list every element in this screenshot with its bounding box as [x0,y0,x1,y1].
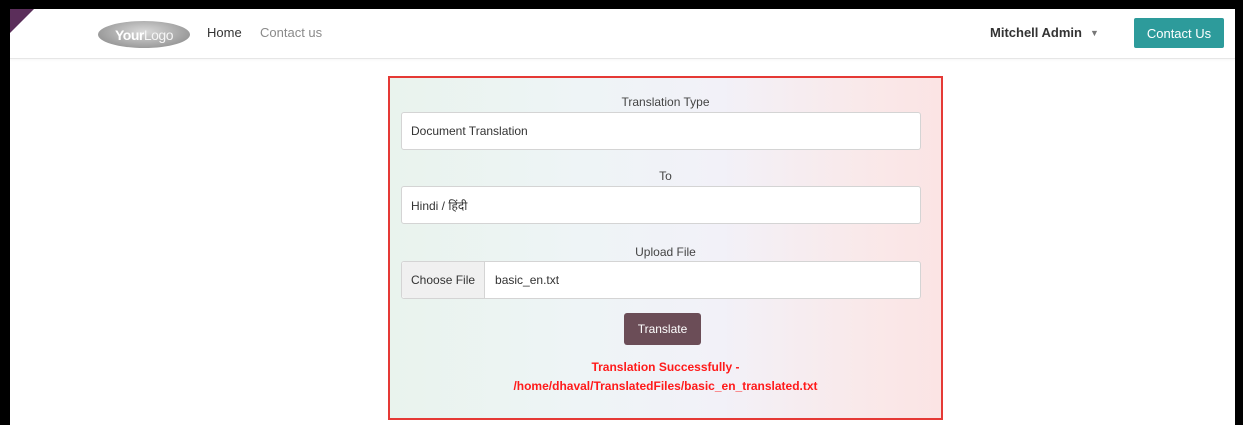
site-logo[interactable]: Your Logo [98,21,190,48]
window-left-border [0,0,10,425]
logo-text-your: Your [114,26,144,43]
target-language-select[interactable]: Hindi / हिंदी [401,186,921,224]
translation-type-value: Document Translation [411,124,528,138]
choose-file-button[interactable]: Choose File [402,262,486,298]
upload-file-label: Upload File [635,245,696,259]
target-language-value: Hindi / हिंदी [411,198,468,213]
caret-down-icon: ▼ [1089,28,1099,38]
top-navbar: Your Logo Home Contact us Mitchell Admin ▼… [10,9,1235,59]
translation-form-panel: Translation Type Document Translation To… [388,76,943,420]
corner-tab-icon [10,9,34,33]
file-upload-input[interactable]: Choose File basic_en.txt [401,261,921,299]
translate-button[interactable]: Translate [624,313,701,345]
translation-type-select[interactable]: Document Translation [401,112,921,150]
user-name: Mitchell Admin [990,25,1082,40]
selected-file-name: basic_en.txt [495,273,560,287]
nav-link-home[interactable]: Home [207,25,242,40]
translation-type-label: Translation Type [621,95,710,109]
to-label: To [659,169,672,183]
nav-link-contact-us[interactable]: Contact us [260,25,322,40]
success-message-path: /home/dhaval/TranslatedFiles/basic_en_tr… [513,379,818,393]
window-top-border [0,0,1243,9]
success-message-line1: Translation Successfully - [591,360,740,374]
window-right-border [1235,0,1243,425]
user-menu[interactable]: Mitchell Admin ▼ [990,25,1099,40]
logo-text-logo: Logo [143,26,174,43]
contact-us-button[interactable]: Contact Us [1134,18,1224,48]
